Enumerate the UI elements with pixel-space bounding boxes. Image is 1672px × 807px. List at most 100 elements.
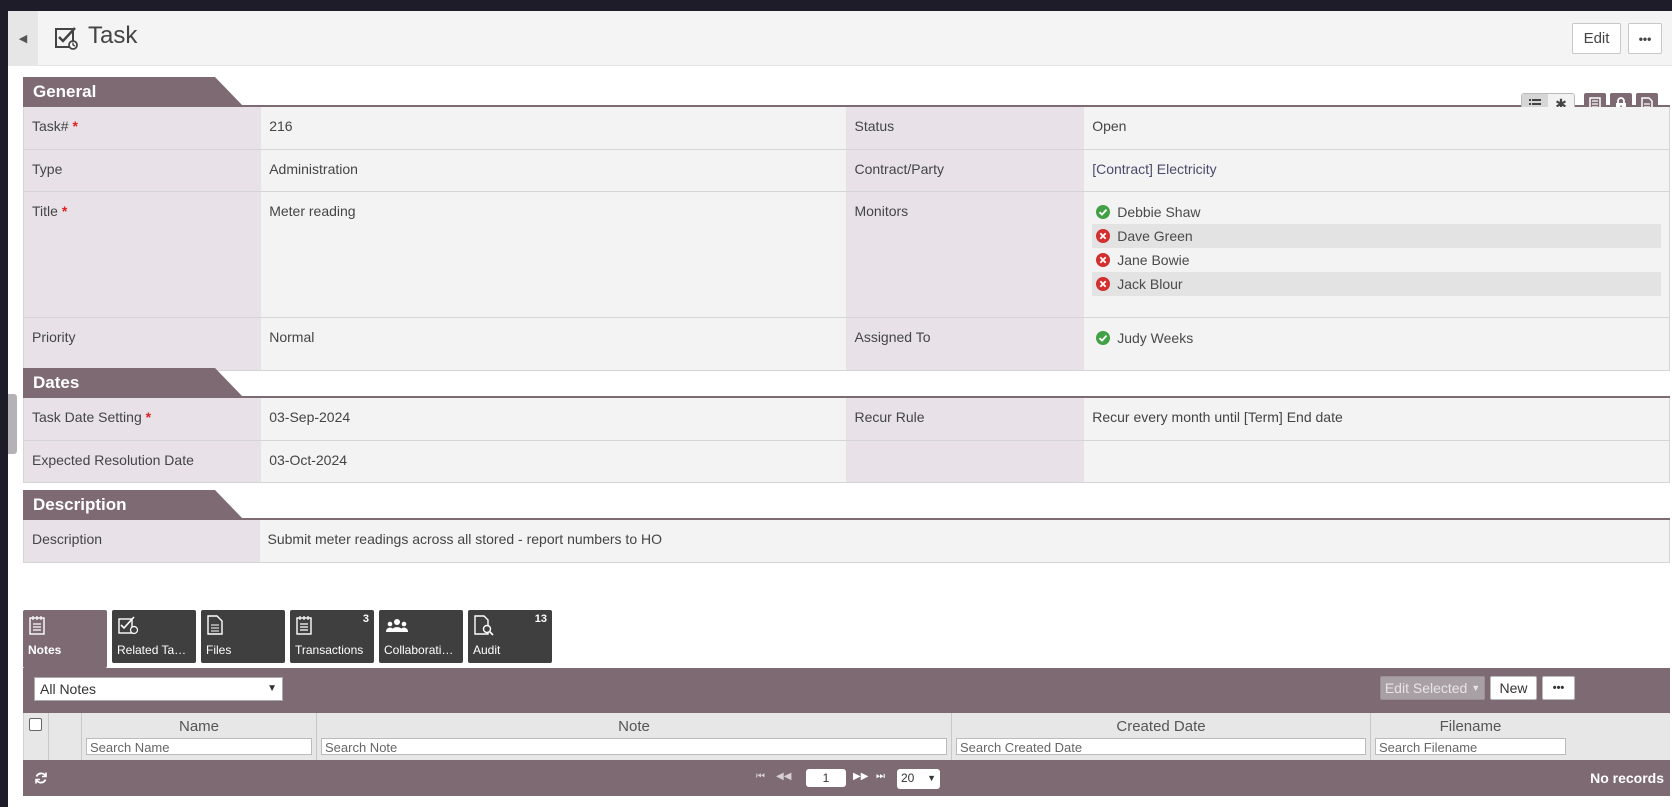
status-label: Status xyxy=(846,107,1085,150)
search-name-input[interactable]: Search Name xyxy=(86,738,312,755)
task-window: ◀ Task Edit ••• General ✱ Task# * 216 St… xyxy=(8,11,1672,807)
notes-grid-toolbar: All Notes ▼ Edit Selected ▼ New ••• xyxy=(23,668,1670,713)
type-label: Type xyxy=(23,149,262,192)
empty-label-cell xyxy=(846,440,1085,483)
select-all-column xyxy=(24,713,49,760)
monitor-name: Dave Green xyxy=(1117,227,1193,244)
tab-related-tasks[interactable]: Related Tasks xyxy=(112,610,196,663)
tab-count-badge: 13 xyxy=(534,613,547,625)
required-marker: * xyxy=(145,409,152,425)
form-row: Description Submit meter readings across… xyxy=(23,520,1670,563)
monitor-item[interactable]: Dave Green xyxy=(1092,223,1661,248)
tab-label: Collaborations xyxy=(384,643,458,657)
check-icon xyxy=(1096,330,1111,345)
status-value[interactable]: Open xyxy=(1084,107,1670,150)
monitor-item[interactable]: Debbie Shaw xyxy=(1092,200,1661,224)
page-size-select[interactable]: 20 ▼ xyxy=(897,769,940,789)
column-title[interactable]: Name xyxy=(82,718,316,735)
monitor-item[interactable]: Jane Bowie xyxy=(1092,248,1661,272)
recur-rule-label: Recur Rule xyxy=(846,398,1085,441)
search-filename-input[interactable]: Search Filename xyxy=(1375,738,1566,755)
notes-filter-select[interactable]: All Notes ▼ xyxy=(34,677,283,701)
monitor-name: Jack Blour xyxy=(1117,275,1183,292)
tab-audit[interactable]: 13 Audit xyxy=(468,610,552,663)
next-page-icon[interactable]: ▶▶ xyxy=(853,771,868,782)
priority-value[interactable]: Normal xyxy=(261,317,847,371)
recur-rule-value[interactable]: Recur every month until [Term] End date xyxy=(1084,398,1670,441)
column-title[interactable]: Filename xyxy=(1371,718,1570,735)
select-all-checkbox[interactable] xyxy=(29,718,42,731)
contract-party-link[interactable]: [Contract] Electricity xyxy=(1084,149,1670,192)
task-date-setting-value[interactable]: 03-Sep-2024 xyxy=(261,398,847,441)
priority-label: Priority xyxy=(23,317,262,371)
contract-party-label: Contract/Party xyxy=(846,149,1085,192)
task-date-setting-label: Task Date Setting * xyxy=(23,398,262,441)
search-note-input[interactable]: Search Note xyxy=(321,738,947,755)
side-panel-handle[interactable] xyxy=(8,394,17,454)
transactions-icon xyxy=(296,616,312,635)
tab-collaborations[interactable]: Collaborations xyxy=(379,610,463,663)
monitor-item[interactable]: Jack Blour xyxy=(1092,271,1661,296)
description-label: Description xyxy=(23,520,260,563)
title-label: Title * xyxy=(23,191,262,318)
edit-selected-label: Edit Selected xyxy=(1384,680,1468,696)
remove-icon[interactable] xyxy=(1096,228,1111,243)
chevron-down-icon: ▼ xyxy=(267,683,277,694)
tab-notes[interactable]: Notes xyxy=(23,610,107,668)
note-column: Note Search Note xyxy=(317,713,952,760)
page-number-input[interactable]: 1 xyxy=(806,769,846,787)
chevron-down-icon: ▼ xyxy=(927,773,936,783)
description-value[interactable]: Submit meter readings across all stored … xyxy=(259,520,1670,563)
notes-filter-value: All Notes xyxy=(40,681,97,697)
record-count-text: No records xyxy=(1590,770,1664,786)
new-note-button[interactable]: New xyxy=(1490,676,1537,700)
column-title[interactable]: Note xyxy=(317,718,951,735)
grid-more-button[interactable]: ••• xyxy=(1542,676,1575,700)
first-page-icon[interactable]: ⏮ xyxy=(756,771,765,782)
dates-form: Task Date Setting * 03-Sep-2024 Recur Ru… xyxy=(23,398,1670,483)
tab-files[interactable]: Files xyxy=(201,610,285,663)
monitor-name: Debbie Shaw xyxy=(1117,203,1201,220)
remove-icon[interactable] xyxy=(1096,252,1111,267)
monitor-name: Jane Bowie xyxy=(1117,251,1190,268)
column-title[interactable]: Created Date xyxy=(952,718,1370,735)
more-actions-button[interactable]: ••• xyxy=(1628,23,1662,54)
tab-transactions[interactable]: 3 Transactions xyxy=(290,610,374,663)
tab-label: Transactions xyxy=(295,643,364,657)
monitors-label: Monitors xyxy=(846,191,1085,318)
assignee-name: Judy Weeks xyxy=(1117,329,1194,346)
title-value[interactable]: Meter reading xyxy=(261,191,847,318)
search-created-date-input[interactable]: Search Created Date xyxy=(956,738,1366,755)
description-form: Description Submit meter readings across… xyxy=(23,520,1670,563)
required-marker: * xyxy=(61,202,68,219)
edit-selected-button[interactable]: Edit Selected ▼ xyxy=(1380,676,1485,700)
notes-icon xyxy=(29,616,45,635)
page-header: ◀ Task Edit ••• xyxy=(8,11,1672,66)
task-number-value[interactable]: 216 xyxy=(261,107,847,150)
required-marker: * xyxy=(72,118,78,134)
form-row: Priority Normal Assigned To Judy Weeks xyxy=(23,317,1670,371)
page-title: Task xyxy=(88,22,138,49)
type-value[interactable]: Administration xyxy=(261,149,847,192)
section-dates-title: Dates xyxy=(33,373,80,392)
task-checklist-icon xyxy=(55,27,78,50)
collapse-panel-button[interactable]: ◀ xyxy=(8,11,38,66)
expected-resolution-value[interactable]: 03-Oct-2024 xyxy=(261,440,847,483)
section-general-header: General xyxy=(23,77,263,106)
last-page-icon[interactable]: ⏭ xyxy=(876,771,885,782)
assignee-item[interactable]: Judy Weeks xyxy=(1092,326,1661,350)
assigned-to-label: Assigned To xyxy=(846,317,1085,371)
section-general-title: General xyxy=(33,82,97,101)
general-form: Task# * 216 Status Open Type Administrat… xyxy=(23,107,1670,371)
refresh-icon[interactable] xyxy=(34,771,48,785)
row-action-column xyxy=(49,713,82,760)
edit-button[interactable]: Edit xyxy=(1572,23,1621,54)
form-row: Task Date Setting * 03-Sep-2024 Recur Ru… xyxy=(23,398,1670,441)
assigned-to-list: Judy Weeks xyxy=(1084,317,1670,371)
previous-page-icon[interactable]: ◀◀ xyxy=(776,771,791,782)
file-icon xyxy=(207,615,223,635)
tab-label: Audit xyxy=(473,643,501,657)
remove-icon[interactable] xyxy=(1096,276,1111,291)
tab-label: Files xyxy=(206,643,232,657)
related-tasks-icon xyxy=(118,616,139,635)
